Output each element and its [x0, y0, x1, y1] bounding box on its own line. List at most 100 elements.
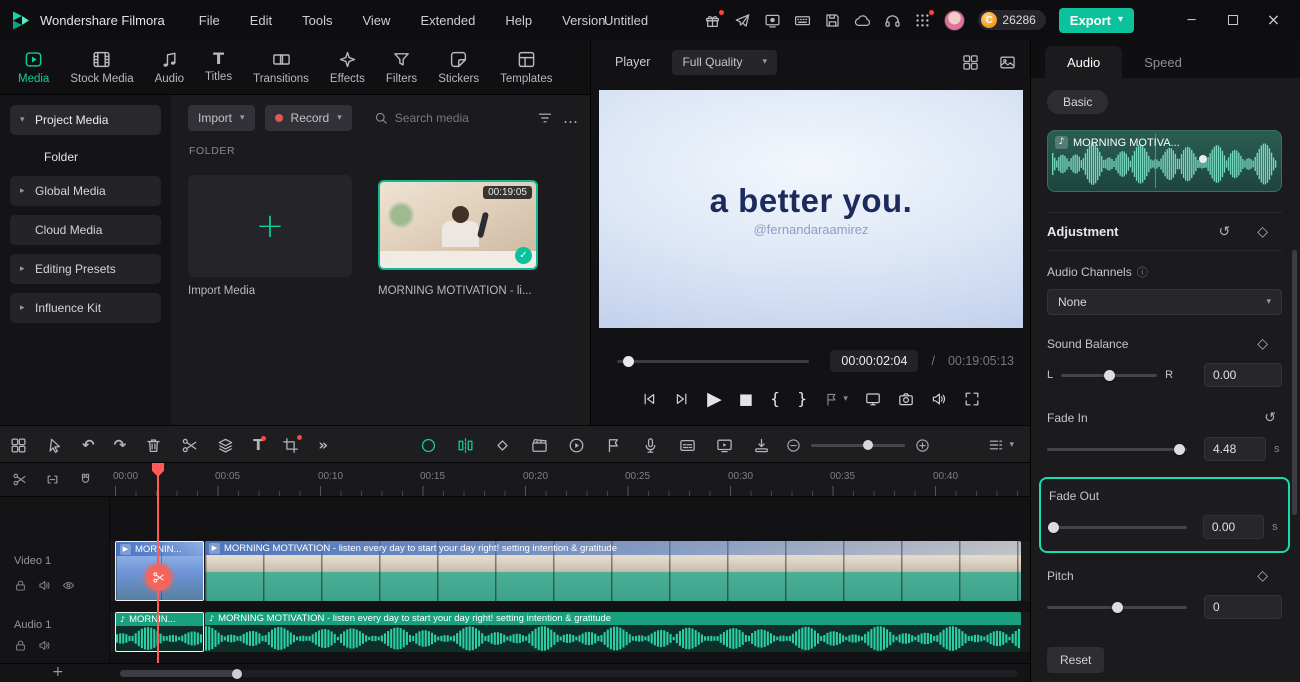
zoom-slider[interactable]	[811, 439, 905, 451]
select-tool-button[interactable]	[46, 437, 63, 454]
fade-out-slider[interactable]	[1048, 520, 1187, 534]
close-button[interactable]: ×	[1253, 0, 1294, 40]
sidebar-item-influence-kit[interactable]: ▸ Influence Kit	[10, 293, 161, 323]
razor-tool-icon[interactable]	[12, 472, 27, 487]
menu-edit[interactable]: Edit	[250, 13, 272, 28]
delete-button[interactable]	[145, 437, 162, 454]
crop-button[interactable]	[282, 434, 303, 454]
sidebar-item-global-media[interactable]: ▸ Global Media	[10, 176, 161, 206]
snapshot-button[interactable]	[898, 391, 914, 407]
marker-button[interactable]	[605, 437, 622, 454]
playhead-line[interactable]	[157, 463, 159, 663]
maximize-button[interactable]	[1212, 0, 1253, 40]
fade-in-value[interactable]: 4.48	[1204, 437, 1266, 461]
reset-section-icon[interactable]: ↺	[1218, 225, 1230, 239]
shortcuts-button[interactable]	[794, 12, 811, 29]
import-button[interactable]: Import ▾	[188, 105, 255, 131]
coin-balance[interactable]: C 26286	[978, 10, 1046, 30]
mute-track-icon[interactable]	[38, 579, 51, 592]
info-icon[interactable]: ⓘ	[1137, 267, 1148, 278]
tab-media[interactable]: Media	[18, 50, 49, 85]
search-input[interactable]	[394, 111, 505, 125]
split-playhead-button[interactable]	[457, 437, 474, 454]
hide-track-icon[interactable]	[62, 579, 75, 592]
zoom-in-button[interactable]	[915, 438, 930, 453]
mark-in-button[interactable]: {	[770, 391, 780, 407]
record-button[interactable]: Record ▾	[264, 105, 352, 131]
screen-record-button[interactable]	[764, 12, 781, 29]
sidebar-item-editing-presets[interactable]: ▸ Editing Presets	[10, 254, 161, 284]
menu-file[interactable]: File	[199, 13, 220, 28]
tab-stock-media[interactable]: Stock Media	[70, 50, 134, 85]
tab-effects[interactable]: Effects	[330, 50, 365, 85]
menu-version[interactable]: Version	[562, 13, 605, 28]
auto-caption-button[interactable]	[679, 437, 696, 454]
fade-out-value[interactable]: 0.00	[1202, 515, 1265, 539]
keyframe-icon[interactable]: ◇	[1257, 225, 1268, 239]
menu-extended[interactable]: Extended	[420, 13, 475, 28]
sound-balance-value[interactable]: 0.00	[1204, 363, 1282, 387]
screen-recorder-button[interactable]	[716, 437, 733, 454]
keyframe-button[interactable]	[494, 437, 511, 454]
menu-view[interactable]: View	[362, 13, 390, 28]
quality-dropdown[interactable]: Full Quality ▾	[672, 49, 777, 75]
pitch-value[interactable]: 0	[1204, 595, 1282, 619]
lock-track-icon[interactable]	[14, 579, 27, 592]
auto-ripple-toggle[interactable]	[420, 437, 437, 454]
mark-out-button[interactable]: }	[797, 391, 807, 407]
seek-bar[interactable]	[617, 355, 810, 367]
sidebar-item-project-media[interactable]: ▾ Project Media	[10, 105, 161, 135]
tab-audio[interactable]: Audio	[1045, 46, 1123, 78]
menu-tools[interactable]: Tools	[302, 13, 332, 28]
next-frame-button[interactable]	[674, 391, 690, 407]
marker-dropdown-button[interactable]: ▾	[824, 392, 848, 407]
play-button[interactable]: ▶	[707, 389, 722, 409]
zoom-out-button[interactable]	[786, 438, 801, 453]
slider-handle[interactable]	[1112, 601, 1123, 613]
layout-grid-icon[interactable]	[962, 54, 979, 71]
tab-audio[interactable]: Audio	[155, 50, 184, 85]
gift-button[interactable]	[704, 9, 725, 29]
apps-menu-button[interactable]	[914, 9, 935, 29]
subtab-basic[interactable]: Basic	[1047, 90, 1109, 114]
keyframe-icon[interactable]: ◇	[1257, 569, 1268, 583]
filter-icon[interactable]	[537, 110, 553, 126]
tab-speed[interactable]: Speed	[1122, 46, 1204, 78]
share-button[interactable]	[734, 12, 751, 29]
effects-button[interactable]	[531, 437, 548, 454]
sound-balance-slider[interactable]	[1061, 368, 1158, 382]
render-preview-button[interactable]	[568, 437, 585, 454]
track-manager-button[interactable]: ▾	[988, 426, 1014, 464]
mirror-display-button[interactable]	[865, 391, 881, 407]
stop-button[interactable]: ■	[739, 391, 753, 407]
import-media-tile[interactable]: +	[188, 175, 352, 277]
minimize-button[interactable]: ─	[1171, 0, 1212, 40]
tab-transitions[interactable]: Transitions	[253, 50, 309, 85]
video-clip[interactable]: ▶ MORNING MOTIVATION - listen every day t…	[205, 541, 1021, 601]
slider-handle[interactable]	[1173, 443, 1185, 455]
timeline-hscrollbar[interactable]	[120, 668, 1018, 679]
lock-track-icon[interactable]	[14, 639, 27, 652]
audio-clip-preview[interactable]: ♪ MORNING MOTIVA...	[1047, 130, 1282, 192]
export-button[interactable]: Export ▾	[1058, 7, 1134, 33]
hscroll-thumb[interactable]	[120, 668, 242, 679]
tab-templates[interactable]: Templates	[500, 50, 553, 85]
support-button[interactable]	[884, 12, 901, 29]
user-avatar[interactable]	[944, 9, 966, 31]
quick-export-button[interactable]	[753, 437, 770, 454]
link-clips-icon[interactable]	[45, 472, 60, 487]
zoom-handle[interactable]	[862, 440, 873, 450]
mute-track-icon[interactable]	[38, 639, 51, 652]
tab-titles[interactable]: T Titles	[205, 51, 232, 84]
quick-split-badge[interactable]	[145, 564, 172, 591]
sidebar-item-folder[interactable]: Folder	[10, 144, 161, 170]
scene-preview-icon[interactable]	[999, 54, 1016, 71]
voiceover-button[interactable]	[642, 437, 659, 454]
add-track-button[interactable]: +	[52, 665, 64, 679]
slider-handle[interactable]	[1048, 521, 1060, 533]
media-clip-thumbnail[interactable]: 00:19:05 ✓	[378, 180, 538, 270]
keyframe-icon[interactable]: ◇	[1257, 337, 1268, 351]
fullscreen-button[interactable]	[964, 391, 980, 407]
seek-handle[interactable]	[622, 356, 634, 367]
redo-button[interactable]: ↷	[114, 437, 127, 453]
